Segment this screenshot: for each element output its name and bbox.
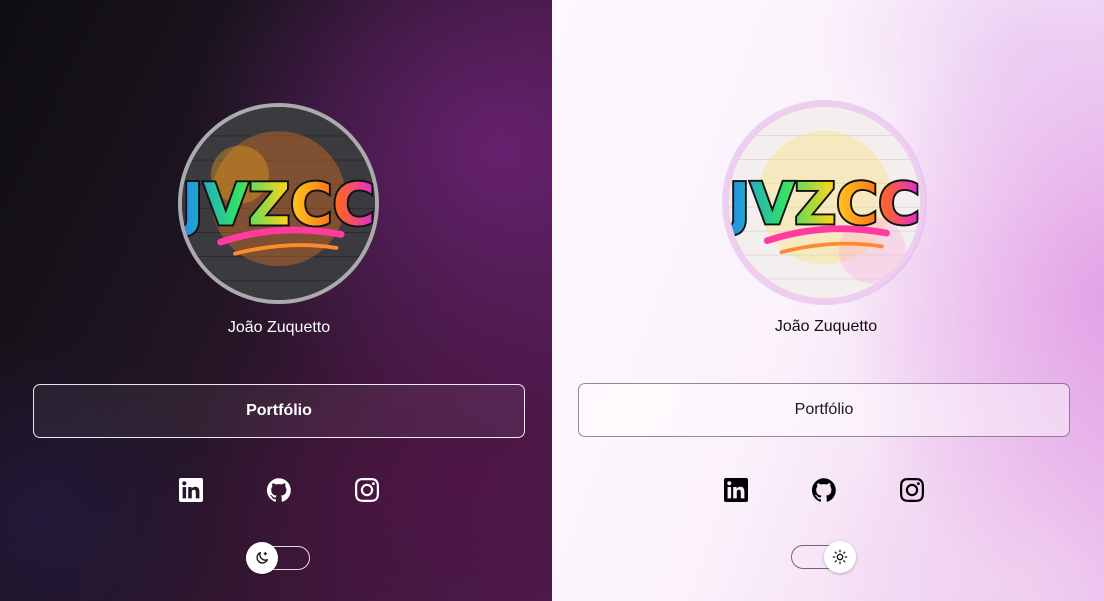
linkedin-icon: [724, 478, 748, 502]
profile-name: João Zuquetto: [774, 318, 878, 335]
light-theme-panel: JVZCC João Zuquetto Portfólio: [552, 0, 1104, 601]
dark-theme-panel: JVZCC João Zuquetto Portfólio: [0, 0, 552, 601]
portfolio-button[interactable]: Portfólio: [33, 384, 525, 438]
toggle-knob[interactable]: [824, 541, 856, 573]
moon-icon: [256, 552, 268, 564]
linkedin-icon: [179, 478, 203, 502]
linkedin-link[interactable]: [724, 478, 748, 502]
instagram-link[interactable]: [355, 478, 379, 502]
portfolio-button[interactable]: Portfólio: [578, 383, 1070, 437]
instagram-icon: [355, 478, 379, 502]
github-link[interactable]: [267, 478, 291, 502]
graffiti-logo: JVZCC: [729, 107, 920, 298]
toggle-knob[interactable]: [246, 542, 278, 574]
instagram-link[interactable]: [900, 478, 924, 502]
github-icon: [812, 478, 836, 502]
theme-toggle[interactable]: [246, 542, 310, 574]
github-icon: [267, 478, 291, 502]
linkedin-link[interactable]: [179, 478, 203, 502]
profile-name: João Zuquetto: [227, 319, 331, 336]
theme-toggle[interactable]: [791, 541, 856, 573]
instagram-icon: [900, 478, 924, 502]
avatar: JVZCC: [178, 103, 379, 304]
sun-icon: [832, 549, 848, 565]
avatar: JVZCC: [724, 102, 925, 303]
github-link[interactable]: [812, 478, 836, 502]
graffiti-logo: JVZCC: [182, 107, 375, 300]
